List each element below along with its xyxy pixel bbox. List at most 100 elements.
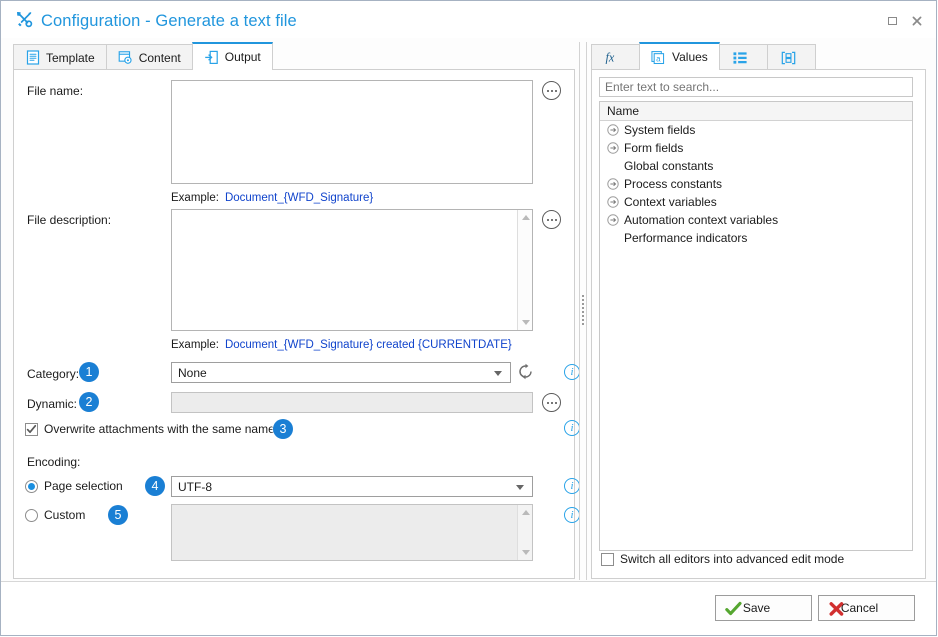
dialog-content: Template Content Output File name: Examp… — [13, 42, 926, 582]
dynamic-more-button[interactable] — [542, 393, 561, 412]
chevron-down-icon — [494, 370, 502, 376]
encoding-label: Encoding: — [27, 455, 81, 469]
output-panel: File name: Example: Document_{WFD_Signatu… — [13, 69, 580, 579]
overwrite-checkbox-row[interactable]: Overwrite attachments with the same name — [25, 422, 275, 436]
tree-item-form-fields[interactable]: Form fields — [600, 139, 912, 157]
category-dropdown[interactable]: None — [171, 362, 511, 383]
column-header-name: Name — [607, 104, 640, 118]
right-pane: fx a Values Enter text to search... Name… — [591, 42, 926, 580]
title-area: Configuration - Generate a text file — [15, 10, 297, 32]
custom-encoding-input[interactable] — [171, 504, 533, 561]
tab-template[interactable]: Template — [13, 44, 107, 70]
tree-item-label: System fields — [624, 123, 696, 137]
pane-splitter[interactable] — [578, 42, 588, 580]
values-grid: Name System fields Form fields Global co… — [599, 101, 913, 551]
tools-icon — [15, 10, 34, 32]
tab-values[interactable]: a Values — [639, 42, 720, 70]
search-input[interactable] — [599, 77, 913, 97]
splitter-line-left — [579, 42, 580, 580]
tree-item-label: Process constants — [624, 177, 723, 191]
dialog-footer: Save Cancel — [1, 581, 936, 635]
tab-functions[interactable]: fx — [591, 44, 640, 70]
file-description-input[interactable] — [171, 209, 533, 331]
left-pane: Template Content Output File name: Examp… — [13, 42, 580, 580]
svg-text:fx: fx — [605, 51, 614, 65]
page-selection-radio[interactable] — [25, 479, 38, 493]
file-description-more-button[interactable] — [542, 210, 561, 229]
tree-item-label: Performance indicators — [624, 231, 748, 245]
file-name-example: Example: Document_{WFD_Signature} — [171, 192, 373, 204]
output-arrow-icon — [204, 50, 219, 65]
file-name-input[interactable] — [171, 80, 533, 184]
scroll-up-icon — [522, 510, 530, 515]
tree-item-performance-indicators[interactable]: Performance indicators — [600, 229, 912, 247]
file-description-label: File description: — [27, 213, 112, 227]
step-badge-5: 5 — [108, 505, 128, 525]
tab-bracket[interactable] — [766, 44, 816, 70]
tree-item-global-constants[interactable]: Global constants — [600, 157, 912, 175]
expand-arrow-icon[interactable] — [606, 124, 619, 137]
tab-template-label: Template — [46, 50, 95, 65]
title-bar: Configuration - Generate a text file — [1, 1, 936, 38]
category-refresh-button[interactable] — [517, 363, 534, 380]
overwrite-checkbox[interactable] — [25, 422, 38, 436]
tree-item-label: Form fields — [624, 141, 684, 155]
check-icon — [26, 424, 37, 433]
grid-column-header: Name — [600, 102, 912, 121]
tree-list: System fields Form fields Global constan… — [600, 121, 912, 247]
scroll-up-icon — [522, 215, 530, 220]
advanced-mode-checkbox[interactable] — [601, 552, 614, 566]
expand-arrow-icon[interactable] — [606, 142, 619, 155]
tree-item-system-fields[interactable]: System fields — [600, 121, 912, 139]
values-a-icon: a — [651, 50, 666, 65]
configuration-dialog: Configuration - Generate a text file Tem… — [0, 0, 937, 636]
values-panel: Name System fields — [591, 69, 926, 579]
file-description-example-label: Example: — [171, 339, 219, 351]
tree-item-context-variables[interactable]: Context variables — [600, 193, 912, 211]
tree-item-process-constants[interactable]: Process constants — [600, 175, 912, 193]
tree-item-label: Context variables — [624, 195, 717, 209]
expand-arrow-icon[interactable] — [606, 214, 619, 227]
encoding-value: UTF-8 — [178, 479, 212, 494]
tree-item-automation-context-variables[interactable]: Automation context variables — [600, 211, 912, 229]
page-selection-radio-row[interactable]: Page selection — [25, 479, 123, 493]
cancel-button[interactable]: Cancel — [818, 595, 915, 621]
overwrite-label: Overwrite attachments with the same name — [44, 422, 275, 436]
custom-radio[interactable] — [25, 508, 38, 522]
advanced-mode-label: Switch all editors into advanced edit mo… — [620, 552, 845, 566]
splitter-grip — [582, 295, 584, 325]
step-badge-1: 1 — [79, 362, 99, 382]
close-button[interactable] — [910, 14, 924, 28]
dynamic-label: Dynamic: — [27, 397, 78, 411]
file-name-example-label: Example: — [171, 192, 219, 204]
file-name-more-button[interactable] — [542, 81, 561, 100]
dynamic-input[interactable] — [171, 392, 533, 413]
radio-dot — [28, 482, 35, 490]
file-description-scrollbar[interactable] — [517, 210, 532, 330]
chevron-down-icon — [516, 484, 524, 490]
tab-values-label: Values — [672, 50, 708, 64]
tab-list[interactable] — [718, 44, 768, 70]
tab-output[interactable]: Output — [191, 42, 273, 70]
function-fx-icon: fx — [605, 50, 620, 65]
tree-item-label: Global constants — [624, 159, 714, 173]
file-name-example-value: Document_{WFD_Signature} — [224, 192, 374, 204]
step-badge-3: 3 — [273, 419, 293, 439]
encoding-dropdown[interactable]: UTF-8 — [171, 476, 533, 497]
custom-encoding-scrollbar[interactable] — [517, 505, 532, 560]
save-button[interactable]: Save — [715, 595, 812, 621]
tab-content-label: Content — [138, 50, 181, 65]
tree-item-label: Automation context variables — [624, 213, 779, 227]
expand-arrow-icon[interactable] — [606, 178, 619, 191]
tab-content[interactable]: Content — [105, 44, 193, 70]
custom-radio-row[interactable]: Custom — [25, 508, 85, 522]
svg-text:a: a — [656, 54, 661, 63]
maximize-button[interactable] — [885, 14, 899, 28]
check-icon — [725, 600, 742, 617]
advanced-mode-row[interactable]: Switch all editors into advanced edit mo… — [601, 552, 844, 566]
close-icon — [912, 16, 922, 26]
right-tabstrip: fx a Values — [591, 42, 926, 70]
custom-label: Custom — [44, 508, 86, 522]
category-label: Category: — [27, 367, 80, 381]
expand-arrow-icon[interactable] — [606, 196, 619, 209]
